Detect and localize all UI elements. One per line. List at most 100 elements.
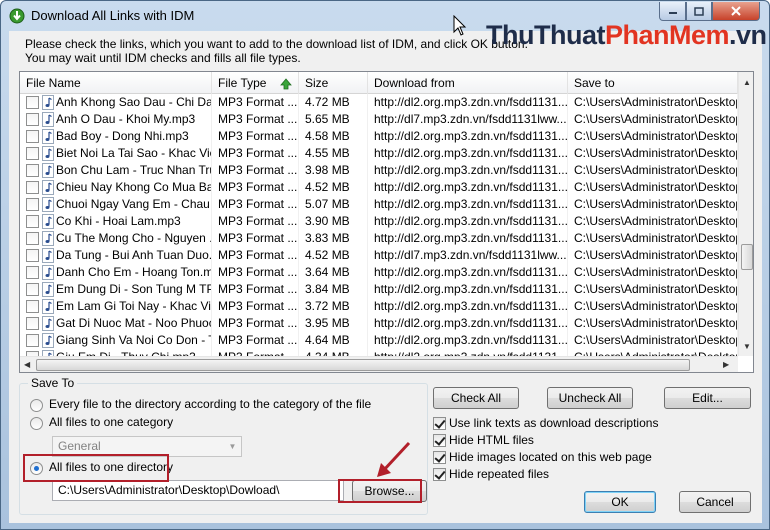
scroll-down-icon[interactable]: ▼	[743, 342, 751, 351]
row-checkbox[interactable]	[26, 147, 39, 160]
check-all-button[interactable]: Check All	[433, 387, 519, 409]
cell-file-name: Chuoi Ngay Vang Em - Chau ...	[56, 196, 212, 213]
row-checkbox[interactable]	[26, 232, 39, 245]
cell-file-name: Giang Sinh Va Noi Co Don - T...	[56, 332, 212, 349]
table-row[interactable]: Cu The Mong Cho - Nguyen ... MP3 Format .…	[20, 230, 738, 247]
cell-file-type: MP3 Format ...	[218, 230, 299, 247]
column-header-download-from[interactable]: Download from	[368, 72, 568, 94]
table-row[interactable]: Chieu Nay Khong Co Mua Ba... MP3 Format .…	[20, 179, 738, 196]
directory-path-input[interactable]: C:\Users\Administrator\Desktop\Dowload\	[52, 480, 344, 501]
hide-images-checkbox[interactable]	[433, 451, 446, 464]
ok-button[interactable]: OK	[584, 491, 656, 513]
watermark-part-3: .vn	[729, 20, 767, 50]
minimize-button[interactable]	[659, 2, 686, 21]
use-link-texts-checkbox[interactable]	[433, 417, 446, 430]
cell-size: 3.84 MB	[305, 281, 368, 298]
table-row[interactable]: Co Khi - Hoai Lam.mp3 MP3 Format ... 3.90 …	[20, 213, 738, 230]
cell-download-from: http://dl2.org.mp3.zdn.vn/fsdd1131...	[374, 298, 568, 315]
table-row[interactable]: Anh O Dau - Khoi My.mp3 MP3 Format ... 5.6…	[20, 111, 738, 128]
row-checkbox[interactable]	[26, 130, 39, 143]
audio-file-icon	[42, 163, 54, 178]
row-checkbox[interactable]	[26, 266, 39, 279]
table-row[interactable]: Chuoi Ngay Vang Em - Chau ... MP3 Format …	[20, 196, 738, 213]
vertical-scroll-thumb[interactable]	[741, 244, 753, 270]
cell-save-to: C:\Users\Administrator\Desktop\D	[574, 230, 738, 247]
table-row[interactable]: Giu Em Di - Thuy Chi.mp3 MP3 Format ... 4.…	[20, 349, 738, 356]
cell-size: 4.52 MB	[305, 247, 368, 264]
cell-file-type: MP3 Format ...	[218, 128, 299, 145]
cell-download-from: http://dl2.org.mp3.zdn.vn/fsdd1131...	[374, 213, 568, 230]
row-checkbox[interactable]	[26, 215, 39, 228]
row-checkbox[interactable]	[26, 198, 39, 211]
scroll-left-icon[interactable]: ◀	[24, 360, 30, 369]
column-header-label: File Name	[26, 76, 81, 90]
table-row[interactable]: Em Dung Di - Son Tung M TP.... MP3 Format…	[20, 281, 738, 298]
vertical-scrollbar[interactable]: ▲ ▼	[738, 72, 753, 356]
radio-category-directory[interactable]	[30, 399, 43, 412]
cell-file-type: MP3 Format ...	[218, 298, 299, 315]
watermark-part-2: PhanMem	[604, 20, 730, 50]
watermark-logo: ThuThuatPhanMem.vn	[486, 20, 767, 51]
table-row[interactable]: Biet Noi La Tai Sao - Khac Vie... MP3 For…	[20, 145, 738, 162]
row-checkbox[interactable]	[26, 334, 39, 347]
row-checkbox[interactable]	[26, 300, 39, 313]
cell-file-type: MP3 Format ...	[218, 179, 299, 196]
cell-download-from: http://dl2.org.mp3.zdn.vn/fsdd1131...	[374, 94, 568, 111]
hide-repeated-label[interactable]: Hide repeated files	[449, 467, 549, 481]
radio-one-category-label[interactable]: All files to one category	[49, 415, 173, 429]
cancel-button[interactable]: Cancel	[679, 491, 751, 513]
use-link-texts-label[interactable]: Use link texts as download descriptions	[449, 416, 658, 430]
edit-button[interactable]: Edit...	[664, 387, 751, 409]
cell-save-to: C:\Users\Administrator\Desktop\D	[574, 349, 738, 356]
hide-repeated-checkbox[interactable]	[433, 468, 446, 481]
column-header-file-name[interactable]: File Name	[20, 72, 212, 94]
row-checkbox[interactable]	[26, 96, 39, 109]
audio-file-icon	[42, 129, 54, 144]
cell-file-type: MP3 Format ...	[218, 162, 299, 179]
table-row[interactable]: Gat Di Nuoc Mat - Noo Phuoc... MP3 Format…	[20, 315, 738, 332]
cell-file-name: Giu Em Di - Thuy Chi.mp3	[56, 349, 212, 356]
audio-file-icon	[42, 112, 54, 127]
row-checkbox[interactable]	[26, 113, 39, 126]
row-checkbox[interactable]	[26, 181, 39, 194]
radio-one-category[interactable]	[30, 417, 43, 430]
scroll-up-icon[interactable]: ▲	[743, 78, 751, 87]
column-header-size[interactable]: Size	[299, 72, 368, 94]
table-row[interactable]: Giang Sinh Va Noi Co Don - T... MP3 Forma…	[20, 332, 738, 349]
hide-html-label[interactable]: Hide HTML files	[449, 433, 534, 447]
scroll-right-icon[interactable]: ▶	[723, 360, 729, 369]
cell-size: 3.64 MB	[305, 264, 368, 281]
row-checkbox[interactable]	[26, 249, 39, 262]
cell-save-to: C:\Users\Administrator\Desktop\D	[574, 332, 738, 349]
column-header-label: Download from	[374, 76, 455, 90]
column-header-save-to[interactable]: Save to	[568, 72, 738, 94]
row-checkbox[interactable]	[26, 164, 39, 177]
table-row[interactable]: Danh Cho Em - Hoang Ton.mp3 MP3 Format ..…	[20, 264, 738, 281]
table-row[interactable]: Bon Chu Lam - Truc Nhan Tru... MP3 Format…	[20, 162, 738, 179]
table-row[interactable]: Da Tung - Bui Anh Tuan Duo... MP3 Format …	[20, 247, 738, 264]
audio-file-icon	[42, 231, 54, 246]
cell-file-name: Danh Cho Em - Hoang Ton.mp3	[56, 264, 212, 281]
hide-html-checkbox[interactable]	[433, 434, 446, 447]
audio-file-icon	[42, 316, 54, 331]
hide-images-label[interactable]: Hide images located on this web page	[449, 450, 652, 464]
maximize-button[interactable]	[686, 2, 712, 21]
audio-file-icon	[42, 180, 54, 195]
radio-category-directory-label[interactable]: Every file to the directory according to…	[49, 397, 371, 411]
column-header-file-type[interactable]: File Type	[212, 72, 299, 94]
uncheck-all-button[interactable]: Uncheck All	[547, 387, 633, 409]
table-row[interactable]: Bad Boy - Dong Nhi.mp3 MP3 Format ... 4.58…	[20, 128, 738, 145]
close-button[interactable]	[712, 2, 760, 21]
cell-download-from: http://dl2.org.mp3.zdn.vn/fsdd1131...	[374, 315, 568, 332]
table-row[interactable]: Em Lam Gi Toi Nay - Khac Vie... MP3 Forma…	[20, 298, 738, 315]
cell-size: 3.98 MB	[305, 162, 368, 179]
horizontal-scroll-thumb[interactable]	[36, 359, 690, 371]
cell-file-type: MP3 Format ...	[218, 349, 299, 356]
links-list[interactable]: File Name File Type Size Download from S…	[19, 71, 754, 373]
row-checkbox[interactable]	[26, 317, 39, 330]
table-row[interactable]: Anh Khong Sao Dau - Chi Da... MP3 Format …	[20, 94, 738, 111]
audio-file-icon	[42, 197, 54, 212]
horizontal-scrollbar[interactable]: ◀ ▶	[20, 356, 738, 372]
row-checkbox[interactable]	[26, 283, 39, 296]
cell-save-to: C:\Users\Administrator\Desktop\D	[574, 196, 738, 213]
